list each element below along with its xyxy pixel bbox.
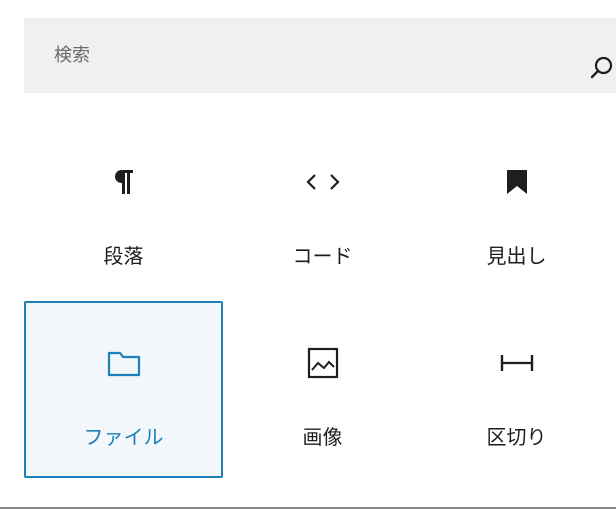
block-item-paragraph[interactable]: 段落 xyxy=(24,120,223,297)
block-label: 見出し xyxy=(486,244,547,268)
block-inserter-panel: 段落 コード 見出し xyxy=(0,0,616,509)
search-icon[interactable] xyxy=(589,55,615,81)
folder-icon xyxy=(26,343,221,383)
block-label: 段落 xyxy=(103,244,144,268)
search-bar xyxy=(24,18,616,93)
code-icon xyxy=(223,162,422,202)
block-label: コード xyxy=(292,244,353,268)
image-icon xyxy=(223,343,422,383)
separator-icon xyxy=(417,343,616,383)
block-item-heading[interactable]: 見出し xyxy=(417,120,616,297)
block-grid: 段落 コード 見出し ファイル 画像 区切り xyxy=(24,120,616,478)
block-label: ファイル xyxy=(83,425,164,449)
search-input[interactable] xyxy=(24,18,544,93)
block-label: 画像 xyxy=(302,425,343,449)
block-item-file[interactable]: ファイル xyxy=(24,301,223,478)
block-item-separator[interactable]: 区切り xyxy=(417,301,616,478)
block-item-code[interactable]: コード xyxy=(223,120,422,297)
paragraph-icon xyxy=(24,162,223,202)
bookmark-icon xyxy=(417,162,616,202)
block-label: 区切り xyxy=(486,425,547,449)
block-item-image[interactable]: 画像 xyxy=(223,301,422,478)
